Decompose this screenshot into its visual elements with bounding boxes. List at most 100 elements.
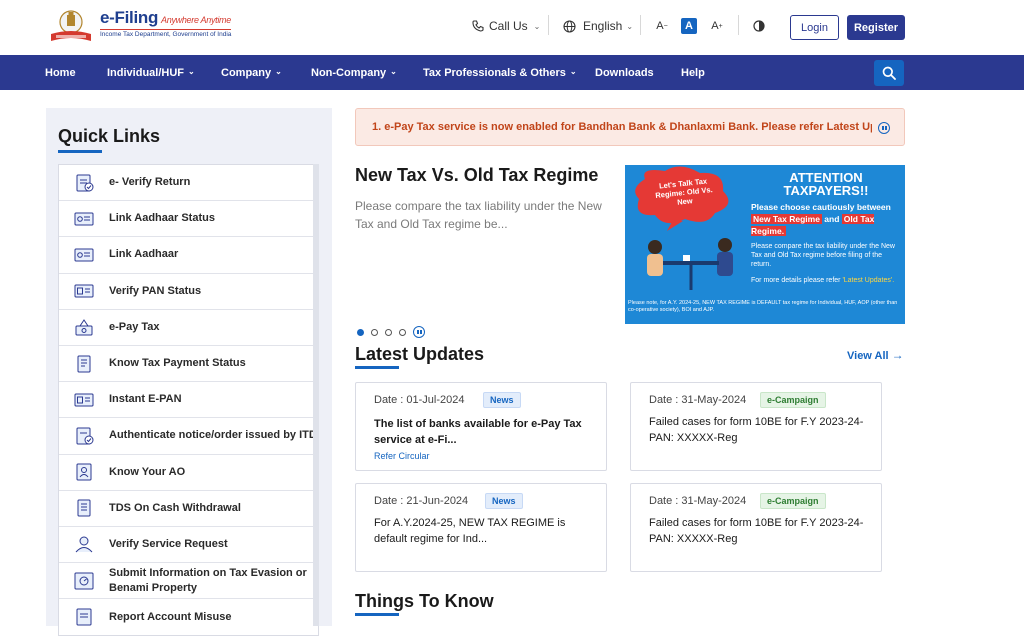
view-all-link[interactable]: View All → [847, 348, 904, 362]
nav-non-company-label: Non-Company [311, 66, 387, 79]
view-all-label: View All [847, 350, 889, 362]
quick-link-authenticate-notice[interactable]: Authenticate notice/order issued by ITD [59, 418, 318, 455]
carousel-dot[interactable] [399, 328, 406, 336]
quick-link-label: Instant E-PAN [109, 393, 182, 406]
nav-tax-professionals[interactable]: Tax Professionals & Others ⌄ [423, 55, 577, 90]
update-card[interactable]: Date : 31-May-2024 e-Campaign Failed cas… [630, 382, 882, 471]
chevron-down-icon: ⌄ [533, 21, 541, 31]
title-underline [355, 366, 399, 369]
carousel-pause-icon[interactable] [413, 326, 425, 338]
efiling-logo[interactable]: e-Filing Anywhere Anytime Income Tax Depa… [46, 8, 232, 46]
banner-footnote: Please note, for A.Y. 2024-25, NEW TAX R… [628, 300, 898, 313]
news-badge: News [483, 392, 521, 408]
divider [640, 15, 641, 35]
nav-individual-huf[interactable]: Individual/HUF ⌄ [107, 55, 195, 90]
nav-company[interactable]: Company ⌄ [221, 55, 282, 90]
quick-link-link-aadhaar-status[interactable]: Link Aadhaar Status [59, 201, 318, 238]
nav-help[interactable]: Help [681, 55, 705, 90]
chevron-down-icon: ⌄ [275, 67, 282, 76]
quick-link-label: e- Verify Return [109, 176, 191, 189]
quick-links-scrollbar[interactable] [313, 164, 319, 626]
carousel-dot[interactable] [385, 328, 392, 336]
chevron-down-icon: ⌄ [188, 67, 195, 76]
quick-link-report-account-misuse[interactable]: Report Account Misuse [59, 599, 318, 635]
quick-link-label: Link Aadhaar Status [109, 212, 215, 225]
quick-link-tax-evasion[interactable]: Submit Information on Tax Evasion or Ben… [59, 563, 318, 600]
nav-tax-professionals-label: Tax Professionals & Others [423, 66, 566, 79]
call-us-dropdown[interactable]: Call Us ⌄ [472, 18, 540, 34]
emblem-icon [46, 8, 96, 46]
font-increase-button[interactable]: A + [709, 18, 725, 34]
carousel-dot[interactable] [357, 328, 364, 336]
update-card[interactable]: Date : 21-Jun-2024 News For A.Y.2024-25,… [355, 483, 607, 572]
contrast-icon [753, 20, 765, 32]
carousel-indicators [357, 326, 425, 338]
logo-tagline: Anywhere Anytime [161, 15, 231, 25]
register-button[interactable]: Register [847, 15, 905, 40]
announcement-text: 1. e-Pay Tax service is now enabled for … [372, 121, 872, 133]
carousel-dot[interactable] [371, 328, 378, 336]
font-normal-label: A [685, 20, 693, 32]
banner-heading-2: TAXPAYERS!! [783, 183, 869, 198]
quick-link-label: Verify Service Request [109, 537, 228, 550]
font-increase-label: A [711, 20, 719, 32]
nav-non-company[interactable]: Non-Company ⌄ [311, 55, 397, 90]
quick-links-title: Quick Links [58, 126, 161, 146]
nav-home[interactable]: Home [45, 55, 76, 90]
quick-link-know-your-ao[interactable]: Know Your AO [59, 455, 318, 491]
verify-return-icon [73, 173, 95, 193]
quick-link-verify-service-request[interactable]: Verify Service Request [59, 527, 318, 564]
quick-link-label: Authenticate notice/order issued by ITD [109, 429, 317, 442]
contrast-toggle[interactable] [751, 18, 767, 34]
quick-link-label: e-Pay Tax [109, 320, 160, 333]
quick-link-label: Link Aadhaar [109, 248, 179, 261]
font-normal-button[interactable]: A [681, 18, 697, 34]
nav-downloads[interactable]: Downloads [595, 55, 654, 90]
site-header: e-Filing Anywhere Anytime Income Tax Depa… [0, 0, 1024, 55]
update-date: Date : 01-Jul-2024 [374, 394, 465, 406]
e-campaign-badge: e-Campaign [760, 493, 826, 509]
quick-link-e-pay-tax[interactable]: e-Pay Tax [59, 310, 318, 346]
logo-title: e-Filing [100, 8, 159, 27]
update-text[interactable]: The list of banks available for e-Pay Ta… [374, 416, 592, 448]
update-text[interactable]: Failed cases for form 10BE for F.Y 2023-… [649, 515, 867, 547]
quick-link-label: Know Your AO [109, 465, 186, 478]
phone-icon [472, 20, 484, 32]
language-dropdown[interactable]: English ⌄ [563, 18, 633, 34]
refer-circular-link[interactable]: Refer Circular [374, 451, 430, 461]
news-badge: News [485, 493, 523, 509]
banner-latest-updates: 'Latest Updates'. [842, 277, 895, 284]
pause-icon[interactable] [878, 122, 890, 134]
quick-link-know-tax-payment-status[interactable]: Know Tax Payment Status [59, 346, 318, 383]
hero-title[interactable]: New Tax Vs. Old Tax Regime [355, 165, 598, 186]
banner-line-2: Please compare the tax liability under t… [751, 243, 895, 268]
search-icon [882, 66, 896, 80]
announcement-ticker[interactable]: 1. e-Pay Tax service is now enabled for … [355, 108, 905, 146]
quick-link-instant-e-pan[interactable]: Instant E-PAN [59, 382, 318, 419]
hero-banner-image[interactable]: Let's Talk Tax Regime: Old Vs. New ATTEN… [625, 165, 905, 324]
nav-individual-huf-label: Individual/HUF [107, 66, 184, 79]
e-campaign-badge: e-Campaign [760, 392, 826, 408]
login-button[interactable]: Login [790, 15, 839, 40]
title-underline [355, 613, 399, 616]
update-text[interactable]: Failed cases for form 10BE for F.Y 2023-… [649, 414, 867, 446]
quick-link-tds-on-cash-withdrawal[interactable]: TDS On Cash Withdrawal [59, 491, 318, 527]
pan-card-icon [73, 281, 95, 301]
banner-line3-a: For more details please refer [751, 277, 841, 284]
update-card[interactable]: Date : 31-May-2024 e-Campaign Failed cas… [630, 483, 882, 572]
update-text[interactable]: For A.Y.2024-25, NEW TAX REGIME is defau… [374, 515, 592, 547]
update-date: Date : 31-May-2024 [649, 495, 747, 507]
quick-link-label: Verify PAN Status [109, 284, 202, 297]
quick-link-verify-pan-status[interactable]: Verify PAN Status [59, 274, 318, 310]
nav-company-label: Company [221, 66, 272, 79]
pay-tax-icon [73, 317, 95, 337]
search-button[interactable] [874, 60, 904, 86]
authenticate-notice-icon [73, 426, 95, 446]
epan-icon [73, 390, 95, 410]
font-decrease-button[interactable]: A − [654, 18, 670, 34]
update-date: Date : 31-May-2024 [649, 394, 747, 406]
update-card[interactable]: Date : 01-Jul-2024 News The list of bank… [355, 382, 607, 471]
quick-link-link-aadhaar[interactable]: Link Aadhaar [59, 237, 318, 274]
quick-link-e-verify-return[interactable]: e- Verify Return [59, 165, 318, 202]
chevron-down-icon: ⌄ [626, 21, 634, 31]
